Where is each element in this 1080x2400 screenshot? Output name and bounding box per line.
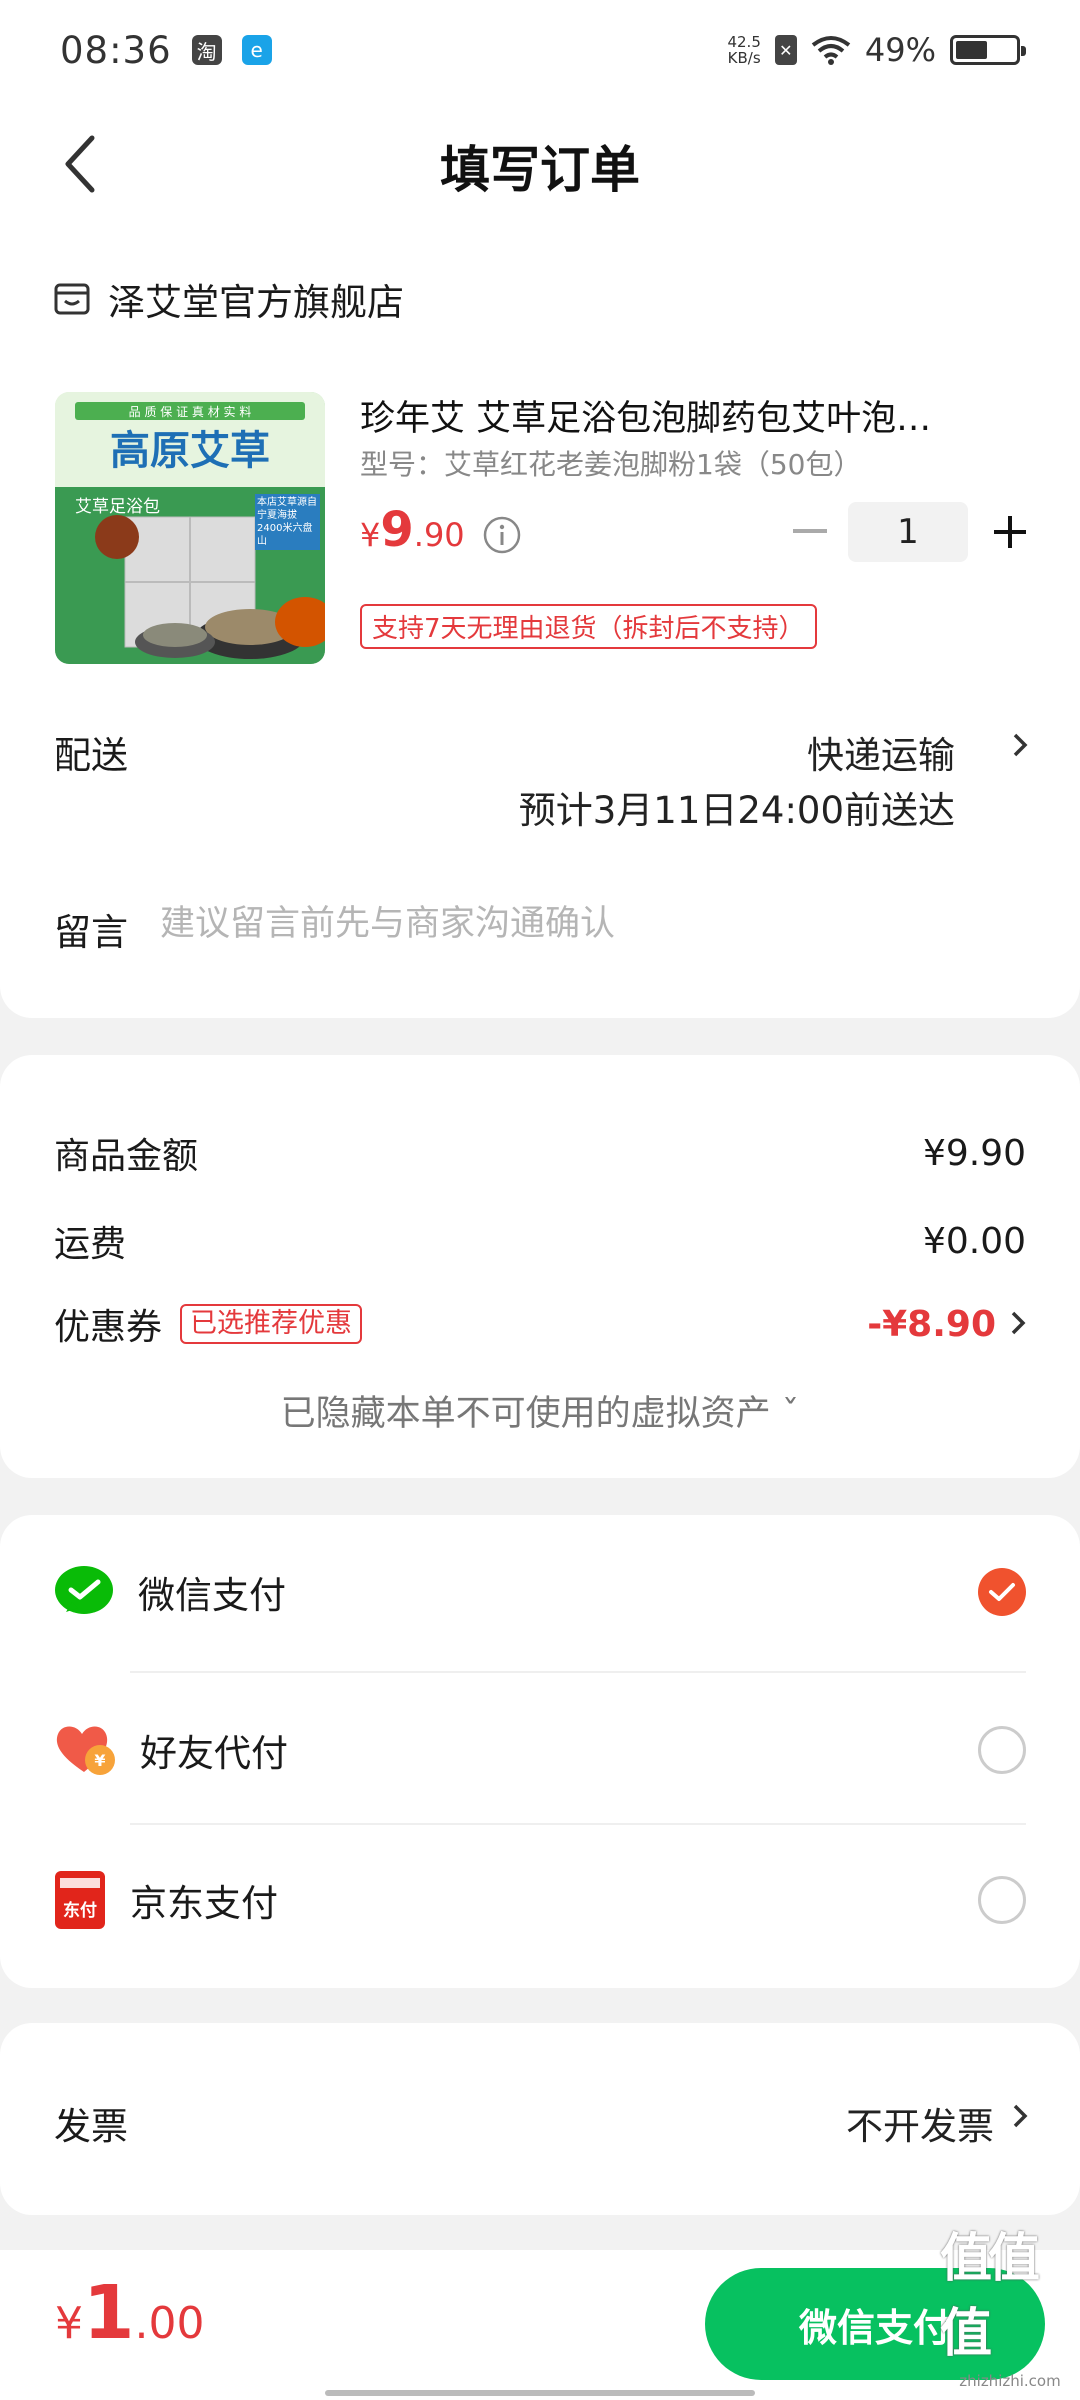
payment-methods-card: 微信支付 ¥ 好友代付 东付 京东支付 [0,1515,1080,1988]
watermark: 值值值 zhizhizhi.com [940,2148,1080,2398]
total-price: ¥ 1 .00 [55,2270,204,2356]
minus-icon [793,529,827,533]
payment-label: 好友代付 [140,1732,288,1775]
wifi-icon [811,35,851,65]
product-spec[interactable]: 型号：艾草红花老姜泡脚粉1袋（50包） [360,443,1000,483]
shop-name: 泽艾堂官方旗舰店 [108,281,404,324]
battery-icon [950,35,1026,65]
total-integer: 1 [83,2270,135,2356]
product-image-note: 本店艾草源自宁夏海拔2400米六盘山 [257,497,317,547]
message-input[interactable] [160,894,1020,954]
status-time: 08:36 [60,28,172,72]
watermark-logo: 值值值 [940,2229,1040,2364]
network-speed-value: 42.5 [727,33,761,51]
jd-icon-text: 东付 [63,1900,97,1921]
product-image-sub: 艾草足浴包 [75,497,160,517]
home-indicator[interactable] [325,2390,755,2396]
hidden-assets-toggle[interactable]: 已隐藏本单不可使用的虚拟资产 ˇ [0,1385,1080,1436]
quantity-stepper: 1 [780,502,1040,562]
total-symbol: ¥ [55,2298,83,2349]
status-indicators: 42.5 KB/s ✕ 49% [727,31,1026,69]
jd-pay-icon: 东付 [55,1871,105,1929]
plus-icon [994,516,1026,548]
shipping-fee-label: 运费 [54,1224,127,1265]
radio-unchecked[interactable] [978,1726,1026,1774]
info-icon[interactable] [482,515,522,559]
coupon-badge: 已选推荐优惠 [180,1304,363,1344]
goods-amount-row: 商品金额 ¥9.90 [54,1127,1026,1179]
product-title[interactable]: 珍年艾 艾草足浴包泡脚药包艾叶泡… [360,390,1000,441]
check-icon [989,1583,1015,1601]
header: 填写订单 [0,100,1080,232]
divider [130,1671,1026,1673]
shipping-fee-value: ¥0.00 [922,1220,1026,1262]
svg-text:¥: ¥ [94,1751,105,1770]
increase-quantity-button[interactable] [980,502,1040,562]
chevron-right-icon[interactable] [1012,732,1028,762]
shipping-fee-row: 运费 ¥0.00 [54,1215,1026,1267]
taobao-notification-icon: 淘 [191,35,222,65]
coupon-label: 优惠券 [54,1307,163,1348]
payment-option-friend[interactable]: ¥ 好友代付 [0,1675,1080,1825]
chevron-right-icon [1010,1304,1026,1345]
network-speed: 42.5 KB/s [727,34,760,66]
chevron-right-icon [1012,2103,1028,2133]
coupon-row[interactable]: 优惠券 已选推荐优惠 -¥8.90 [54,1298,1026,1350]
decrease-quantity-button[interactable] [780,502,840,562]
watermark-url: zhizhizhi.com [959,2372,1061,2390]
price-decimal: .90 [413,516,465,554]
status-bar: 08:36 淘 e 42.5 KB/s ✕ 49% [0,0,1080,100]
product-image-headline: 高原艾草 [110,427,270,474]
network-speed-unit: KB/s [727,49,761,67]
checkout-bar: ¥ 1 .00 微信支付 [0,2250,1080,2400]
quantity-value[interactable]: 1 [848,502,968,562]
return-policy-badge: 支持7天无理由退货（拆封后不支持） [360,604,817,649]
order-card: 泽艾堂官方旗舰店 品 质 保 证 真 材 实 料 高原艾草 艾草足浴包 本店艾草… [0,230,1080,1018]
payment-label: 京东支付 [130,1882,278,1925]
coupon-value: -¥8.90 [867,1303,996,1345]
total-decimal: .00 [134,2298,205,2349]
goods-amount-label: 商品金额 [54,1136,199,1177]
product-image-banner: 品 质 保 证 真 材 实 料 [129,404,252,419]
message-label: 留言 [54,911,128,954]
invoice-card[interactable]: 发票 不开发票 [0,2023,1080,2215]
price-integer: 9 [380,502,414,558]
sim-icon: ✕ [774,35,797,65]
delivery-label: 配送 [54,734,128,777]
invoice-label: 发票 [54,2105,128,2148]
product-image[interactable]: 品 质 保 证 真 材 实 料 高原艾草 艾草足浴包 本店艾草源自宁夏海拔240… [55,392,325,664]
payment-option-wechat[interactable]: 微信支付 [0,1517,1080,1667]
shop-row[interactable]: 泽艾堂官方旗舰店 [52,272,404,326]
price-symbol: ¥ [360,516,381,554]
radio-unchecked[interactable] [978,1876,1026,1924]
delivery-method[interactable]: 快递运输 [807,725,955,779]
payment-label: 微信支付 [138,1574,286,1617]
store-icon [54,283,90,315]
page-title: 填写订单 [440,141,640,199]
goods-amount-value: ¥9.90 [922,1132,1026,1174]
product-price: ¥ 9 .90 [360,502,465,558]
app-notification-icon: e [241,35,272,65]
battery-percent: 49% [864,31,936,69]
price-summary-card: 商品金额 ¥9.90 运费 ¥0.00 优惠券 已选推荐优惠 -¥8.90 已隐… [0,1055,1080,1478]
friend-pay-icon: ¥ [56,1726,115,1775]
payment-option-jd[interactable]: 东付 京东支付 [0,1825,1080,1975]
radio-checked[interactable] [978,1568,1026,1616]
wechat-pay-icon [55,1566,113,1614]
delivery-eta: 预计3月11日24:00前送达 [518,789,955,832]
invoice-value: 不开发票 [846,2105,994,2148]
